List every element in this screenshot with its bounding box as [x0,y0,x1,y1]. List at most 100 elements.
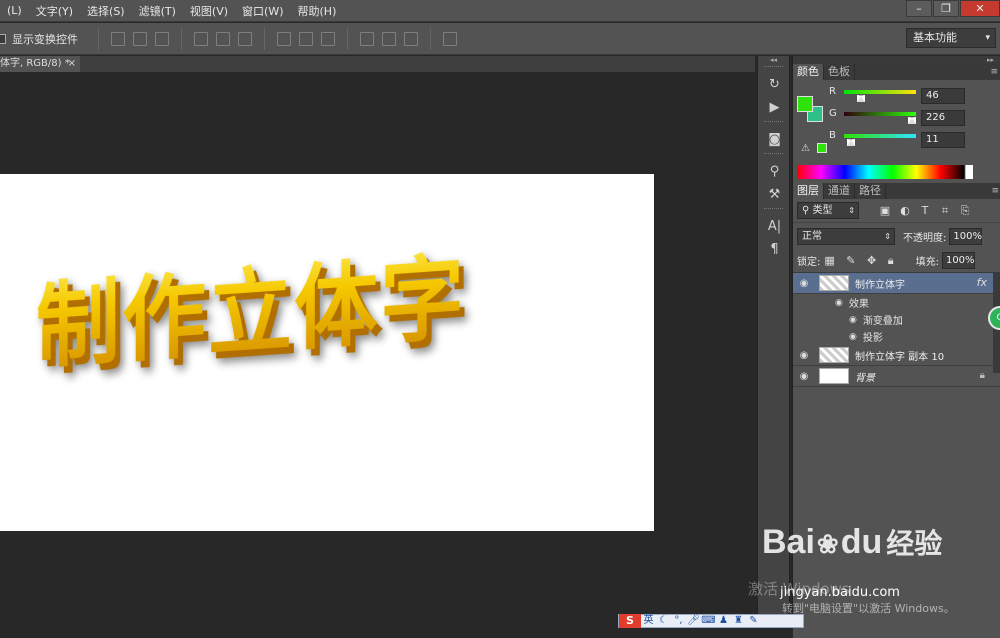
color-panel: R 46 G 226 B 11 ⚠ [793,80,1000,188]
restore-button[interactable]: ❐ [933,0,959,17]
canvas-area[interactable]: 制作立体字 [0,72,755,628]
distribute-bottom-icon[interactable] [321,31,335,46]
layer-row-copy-10[interactable]: ◉ 制作立体字 副本 10 [793,345,1000,366]
menu-select[interactable]: 选择(S) [80,3,132,19]
menu-help[interactable]: 帮助(H) [291,3,344,19]
pixel-filter-icon[interactable]: ▣ [875,204,895,218]
effect-drop-shadow[interactable]: ◉ 投影 [793,328,1000,345]
red-channel-label: R [829,86,836,97]
eye-icon[interactable]: ◉ [793,278,815,289]
layer-row-background[interactable]: ◉ 背景 🔒︎ [793,366,1000,387]
keyboard-icon[interactable]: ⌨ [701,615,716,627]
distribute-right-icon[interactable] [404,31,418,46]
align-vcenter-icon[interactable] [133,31,147,46]
blend-mode-select[interactable]: 正常 ⇕ [797,227,895,245]
fill-input[interactable]: 100% [941,252,975,269]
fx-icon[interactable]: fx [977,276,987,289]
workspace-select[interactable]: 基本功能 ▾ [906,28,996,48]
foreground-color-swatch[interactable] [797,96,813,112]
history-icon[interactable]: ↻ [758,73,791,96]
brush-presets-icon[interactable]: ⚲ [758,160,791,183]
filter-type-select[interactable]: ⚲ 类型 ⇕ [797,202,859,219]
collapse-icon[interactable]: ◂◂ [758,56,789,64]
lock-position-icon[interactable]: ✥ [867,254,876,267]
menu-filter[interactable]: 滤镜(T) [132,3,183,19]
color-spectrum-bar[interactable] [797,165,973,179]
actions-play-icon[interactable]: ▶ [758,96,791,119]
eye-icon[interactable]: ◉ [793,350,815,361]
opacity-input[interactable]: 100% [949,227,983,245]
brush-settings-icon[interactable]: ⚒ [758,183,791,206]
red-slider-thumb[interactable] [856,95,865,102]
eye-icon[interactable]: ◉ [793,371,815,382]
skin-icon[interactable]: ♜ [731,615,746,627]
menu-layer[interactable]: (L) [0,4,29,17]
tab-layers[interactable]: 图层 [793,183,824,199]
green-slider-thumb[interactable] [908,117,917,124]
close-button[interactable]: ✕ [960,0,1000,17]
tab-channels[interactable]: 通道 [824,183,855,199]
close-tab-icon[interactable]: × [68,56,76,71]
smart-object-filter-icon[interactable]: ⎘ [955,204,975,218]
user-icon[interactable]: ♟ [716,615,731,627]
web-safe-swatch[interactable] [817,143,827,153]
gamut-warning-icon[interactable]: ⚠ [801,143,810,154]
distribute-top-icon[interactable] [277,31,291,46]
align-bottom-icon[interactable] [155,31,169,46]
distribute-hcenter-icon[interactable] [382,31,396,46]
align-right-icon[interactable] [238,31,252,46]
distribute-left-icon[interactable] [360,31,374,46]
moon-icon[interactable]: ☾ [656,615,671,627]
artboard[interactable]: 制作立体字 [0,174,654,531]
microphone-icon[interactable]: 🎤︎ [686,615,701,627]
tab-color[interactable]: 颜色 [793,64,824,80]
lock-transparent-icon[interactable]: ▦ [824,254,834,267]
character-icon[interactable]: A| [758,215,791,238]
green-value-input[interactable]: 226 [921,110,965,126]
blue-slider-thumb[interactable] [846,139,855,146]
grip [764,208,783,213]
align-hcenter-icon[interactable] [216,31,230,46]
lock-image-icon[interactable]: ✎ [846,254,855,267]
collapse-icon[interactable]: ▸▸ [793,56,1000,64]
adjustment-filter-icon[interactable]: ◐ [895,204,915,218]
camera-icon[interactable]: ◙ [758,128,791,151]
shape-filter-icon[interactable]: ⌗ [935,204,955,218]
blue-value-input[interactable]: 11 [921,132,965,148]
paragraph-icon[interactable]: ¶ [758,238,791,261]
eye-icon[interactable]: ◉ [849,315,857,325]
ime-mode-label[interactable]: 英 [641,615,656,627]
sogou-logo-icon[interactable]: S [619,614,641,628]
eye-icon[interactable]: ◉ [849,332,857,342]
minimize-button[interactable]: – [906,0,932,17]
wrench-icon[interactable]: ✎ [746,615,761,627]
tab-swatches[interactable]: 色板 [824,64,855,80]
menu-type[interactable]: 文字(Y) [29,3,80,19]
menu-window[interactable]: 窗口(W) [235,3,290,19]
punctuation-icon[interactable]: °, [671,615,686,627]
auto-align-icon[interactable] [443,31,457,46]
eye-icon[interactable]: ◉ [835,298,843,308]
type-filter-icon[interactable]: T [915,204,935,218]
green-slider-row: G 226 [829,108,1000,126]
effects-row[interactable]: ◉ 效果 [793,294,1000,311]
blue-slider-track[interactable] [844,134,916,138]
layers-panel: ⚲ 类型 ⇕ ▣ ◐ T ⌗ ⎘ 正常 ⇕ 不透明度: 100% 锁定: ▦ ✎ [793,199,1000,638]
baidu-jingyan-logo: Bai❀du 经验 [762,522,942,562]
panel-menu-icon[interactable]: ≡ [990,64,998,80]
align-left-icon[interactable] [194,31,208,46]
layer-row-main-text[interactable]: ◉ 制作立体字 fx [793,273,1000,294]
menu-view[interactable]: 视图(V) [183,3,235,19]
red-slider-track[interactable] [844,90,916,94]
effect-gradient-overlay[interactable]: ◉ 渐变叠加 [793,311,1000,328]
activate-windows-hint: 转到"电脑设置"以激活 Windows。 [782,602,955,615]
tab-paths[interactable]: 路径 [855,183,886,199]
document-tab[interactable]: 体字, RGB/8) * × [0,56,80,72]
red-value-input[interactable]: 46 [921,88,965,104]
green-slider-track[interactable] [844,112,916,116]
lock-all-icon[interactable]: 🔒︎ [888,254,894,267]
show-transform-checkbox[interactable] [0,33,6,44]
distribute-vcenter-icon[interactable] [299,31,313,46]
align-top-icon[interactable] [111,31,125,46]
panel-menu-icon[interactable]: ≡ [991,183,999,199]
